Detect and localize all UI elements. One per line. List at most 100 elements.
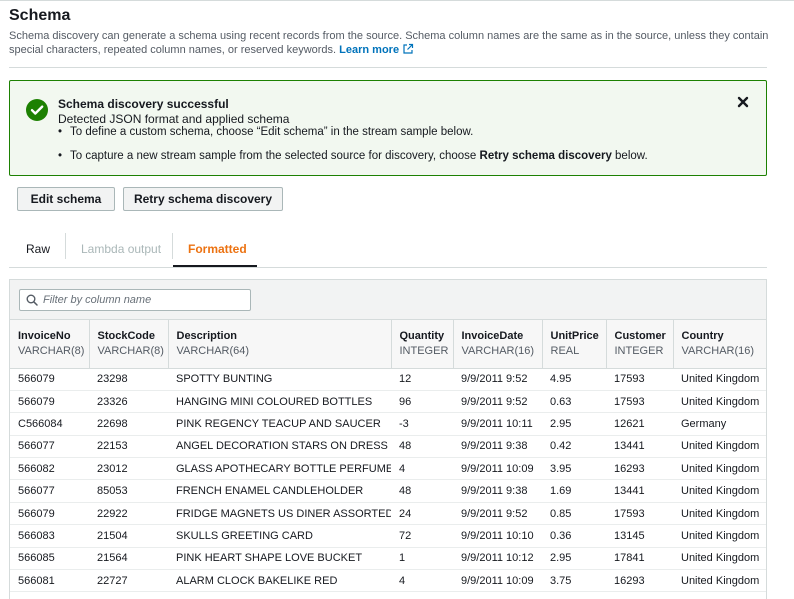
column-name: StockCode [97,329,155,342]
table-cell: SPOTTY BUNTING [168,368,391,391]
active-tab-indicator [173,265,257,267]
alert-subtitle: Detected JSON format and applied schema [58,112,290,126]
bullet-text: below. [611,150,648,162]
filter-input[interactable] [43,294,243,306]
table-cell: C566084 [10,412,89,436]
column-name: InvoiceDate [461,329,524,342]
table-row: 566079 23298 SPOTTY BUNTING 12 9/9/2011 9:52… [10,368,766,391]
table-cell: United Kingdom [673,502,766,526]
table-cell: 2.95 [542,547,606,571]
table-cell: 23326 [89,390,168,414]
column-header-description[interactable]: Description VARCHAR(64) [167,320,391,369]
alert-bullet: To capture a new stream sample from the … [58,150,648,163]
table-cell: United Kingdom [673,547,766,571]
top-divider [0,0,794,1]
column-header-customer[interactable]: Customer INTEGER [605,320,673,369]
page-title: Schema [9,7,71,24]
table-cell: United Kingdom [673,479,766,503]
table-cell: 566079 [10,502,89,526]
table-cell: 9/9/2011 10:12 [453,547,542,571]
column-name: InvoiceNo [18,329,71,342]
column-header-stockcode[interactable]: StockCode VARCHAR(8) [88,320,168,369]
sample-tabs: Raw Lambda output Formatted [9,231,767,268]
column-header-country[interactable]: Country VARCHAR(16) [672,320,766,369]
table-cell: 0.63 [542,390,606,414]
column-type: VARCHAR(16) [681,344,755,357]
table-cell: 1.69 [542,479,606,503]
table-cell: 17593 [606,390,673,414]
table-cell: 0.42 [542,435,606,459]
close-icon[interactable] [736,95,750,109]
table-cell: 1 [391,547,453,571]
table-cell: 566082 [10,457,89,481]
alert-bullet: To define a custom schema, choose “Edit … [58,126,648,139]
edit-schema-button[interactable]: Edit schema [17,187,115,211]
table-cell: 24 [391,502,453,526]
tab-formatted[interactable]: Formatted [188,231,247,267]
table-cell: 17841 [606,547,673,571]
table-cell: 85053 [89,479,168,503]
table-cell: 22698 [89,412,168,436]
table-cell: 22922 [89,502,168,526]
column-header-invoiceno[interactable]: InvoiceNo VARCHAR(8) [10,320,89,369]
table-row: 566082 23012 GLASS APOTHECARY BOTTLE PERFU… [10,457,766,481]
column-header-unitprice[interactable]: UnitPrice REAL [541,320,606,369]
bullet-text: To capture a new stream sample from the … [70,150,480,162]
table-header-row: InvoiceNo VARCHAR(8) StockCode VARCHAR(8) De… [10,320,766,369]
success-alert: Schema discovery successful Detected JSO… [9,80,767,176]
table-row: 566077 85053 FRENCH ENAMEL CANDLEHOLDER 48 9… [10,479,766,503]
tab-lambda-output[interactable]: Lambda output [81,231,161,267]
table-cell: 21564 [89,547,168,571]
table-cell: 566079 [10,390,89,414]
column-header-quantity[interactable]: Quantity INTEGER [390,320,453,369]
retry-schema-discovery-button[interactable]: Retry schema discovery [123,187,283,211]
learn-more-label: Learn more [339,44,400,56]
schema-table-panel: InvoiceNoVARCHAR(8)StockCodeVARCHAR(8)De… [9,279,767,599]
column-name: UnitPrice [550,329,599,342]
schema-header: Schema Schema discovery can generate a s… [9,6,769,57]
table-cell: PINK HEART SHAPE LOVE BUCKET [168,547,391,571]
table-cell: GLASS APOTHECARY BOTTLE PERFUME [168,457,391,481]
table-cell: 9/9/2011 9:38 [453,435,542,459]
table-cell: 4 [391,569,453,593]
filter-field[interactable] [19,289,251,311]
tab-raw[interactable]: Raw [26,231,50,267]
column-type: VARCHAR(16) [461,344,535,357]
column-type: INTEGER [399,344,449,357]
table-cell: 566083 [10,524,89,548]
table-cell: PINK REGENCY TEACUP AND SAUCER [168,412,391,436]
table-cell: HANGING MINI COLOURED BOTTLES [168,390,391,414]
table-cell: ANGEL DECORATION STARS ON DRESS [168,435,391,459]
external-link-icon [403,43,414,54]
table-row: C566084 22698 PINK REGENCY TEACUP AND SAUC… [10,412,766,436]
alert-title: Schema discovery successful [58,97,229,111]
table-cell: 12 [391,368,453,391]
filter-bar [10,280,766,320]
table-cell: -3 [391,412,453,436]
table-cell: 22727 [89,569,168,593]
table-cell: United Kingdom [673,457,766,481]
table-cell: United Kingdom [673,390,766,414]
table-cell: 16293 [606,569,673,593]
column-type: VARCHAR(8) [18,344,85,357]
table-cell: United Kingdom [673,569,766,593]
table-cell: 566077 [10,479,89,503]
table-cell: 9/9/2011 10:09 [453,569,542,593]
table-cell: 566085 [10,547,89,571]
column-header-invoicedate[interactable]: InvoiceDate VARCHAR(16) [452,320,542,369]
check-circle-icon [26,99,48,121]
column-type: REAL [550,344,580,357]
column-name: Quantity [399,329,445,342]
column-type: VARCHAR(8) [97,344,164,357]
table-cell: 9/9/2011 10:11 [453,412,542,436]
column-type: INTEGER [614,344,664,357]
table-cell: 13441 [606,435,673,459]
schema-table: InvoiceNo VARCHAR(8) StockCode VARCHAR(8) De… [10,320,766,593]
table-cell: 9/9/2011 9:52 [453,502,542,526]
learn-more-link[interactable]: Learn more [339,43,414,56]
table-cell: United Kingdom [673,524,766,548]
bullet-emphasis: Retry schema discovery [479,150,612,162]
search-icon [26,294,38,306]
table-cell: 48 [391,435,453,459]
table-cell: 566077 [10,435,89,459]
